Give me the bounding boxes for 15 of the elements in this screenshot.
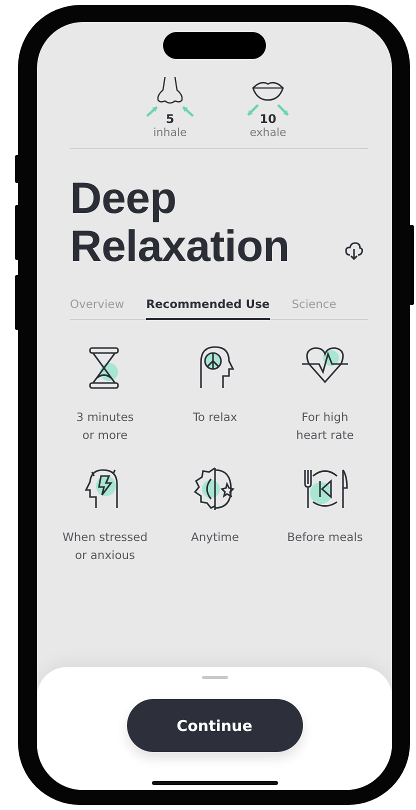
breath-label: exhale: [250, 126, 286, 140]
tab[interactable]: Recommended Use: [146, 297, 270, 320]
breath-count: 10: [260, 112, 276, 126]
use-label: Before meals: [287, 528, 363, 546]
breath-label: inhale: [153, 126, 187, 140]
continue-button[interactable]: Continue: [126, 699, 302, 752]
use-label: To relax: [192, 408, 238, 426]
sheet-handle[interactable]: [202, 676, 228, 679]
use-label: 3 minutes or more: [76, 408, 134, 444]
use-label: When stressed or anxious: [62, 528, 148, 564]
exercise-title: Deep Relaxation: [70, 175, 290, 271]
cloud-download-icon[interactable]: [344, 241, 364, 261]
use-label: For high heart rate: [296, 408, 354, 444]
breath-count: 5: [166, 112, 174, 126]
use-label: Anytime: [191, 528, 239, 546]
